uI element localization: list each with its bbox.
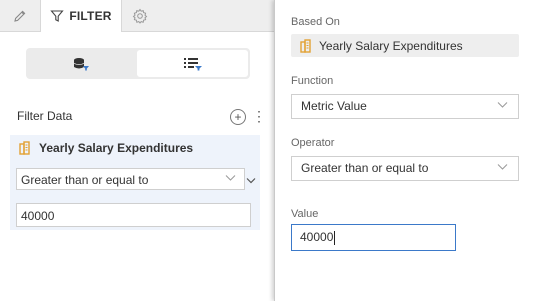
- filter-left-panel: FILTER Filter Data + ⋮ Yearly Salary Exp…: [0, 0, 274, 301]
- funnel-icon: [50, 10, 65, 22]
- list-toggle[interactable]: [137, 50, 248, 77]
- view-toggle: [26, 48, 250, 79]
- function-select[interactable]: Metric Value: [291, 94, 519, 119]
- panel-tab-bar: FILTER: [0, 0, 274, 32]
- gear-icon[interactable]: [130, 6, 150, 26]
- metric-icon: [19, 141, 30, 155]
- operator-select[interactable]: Greater than or equal to: [16, 168, 245, 190]
- list-filter-icon: [183, 57, 202, 70]
- tab-filter-label: FILTER: [69, 9, 112, 23]
- operator-select[interactable]: Greater than or equal to: [291, 156, 519, 181]
- filter-card-title: Yearly Salary Expenditures: [39, 141, 194, 155]
- text-caret: [334, 230, 336, 245]
- metric-icon: [300, 38, 311, 53]
- operator-label: Operator: [291, 137, 335, 149]
- function-label: Function: [291, 75, 334, 87]
- tab-filter[interactable]: FILTER: [40, 0, 122, 32]
- more-options-icon[interactable]: ⋮: [252, 108, 266, 124]
- operator-select-value: Greater than or equal to: [301, 161, 429, 175]
- based-on-label: Based On: [291, 16, 340, 28]
- filter-properties-panel: Based On Yearly Salary Expenditures Func…: [274, 0, 535, 301]
- chevron-down-icon: [225, 175, 236, 181]
- database-filter-icon: [73, 57, 89, 70]
- filter-card-header: Yearly Salary Expenditures: [18, 141, 193, 155]
- filter-value-field[interactable]: 40000: [16, 203, 251, 227]
- based-on-field: Yearly Salary Expenditures: [291, 34, 519, 57]
- filter-data-title: Filter Data: [17, 109, 73, 123]
- value-input[interactable]: 40000: [291, 224, 456, 251]
- based-on-value: Yearly Salary Expenditures: [319, 38, 463, 53]
- value-input-text: 40000: [300, 230, 334, 244]
- pencil-icon[interactable]: [10, 6, 30, 26]
- data-source-toggle[interactable]: [28, 50, 134, 77]
- value-label: Value: [291, 208, 319, 220]
- chevron-down-icon: [497, 164, 508, 170]
- chevron-down-icon: [497, 102, 508, 108]
- function-select-value: Metric Value: [301, 99, 367, 113]
- filter-card[interactable]: Yearly Salary Expenditures Greater than …: [10, 135, 260, 230]
- chevron-down-icon[interactable]: [246, 177, 256, 185]
- add-filter-icon[interactable]: +: [230, 109, 246, 125]
- operator-select-value: Greater than or equal to: [21, 173, 149, 187]
